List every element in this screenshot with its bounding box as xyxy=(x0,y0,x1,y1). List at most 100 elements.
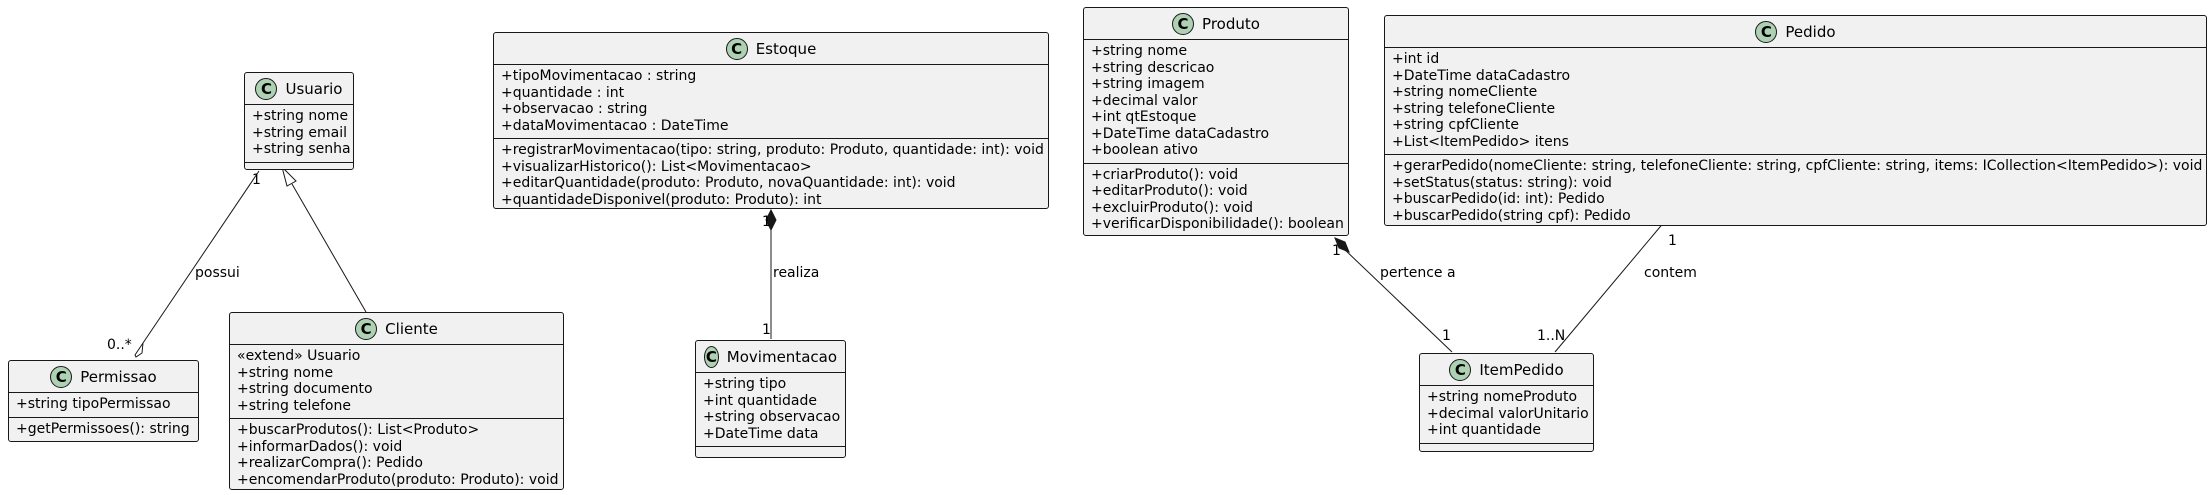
attribute-row: +string senha xyxy=(252,141,351,157)
class-name: Permissao xyxy=(80,368,157,386)
method-row: +getPermissoes(): string xyxy=(16,420,190,437)
class-name: Produto xyxy=(1202,15,1260,33)
class-pedido[interactable]: C Pedido +int id +DateTime dataCadastro +s… xyxy=(1384,15,2207,226)
multiplicity-pedido: 1 xyxy=(1668,233,1677,249)
method-row: +informarDados(): void xyxy=(237,438,403,455)
aggregation-diamond xyxy=(134,342,144,358)
method-row: +setStatus(status: string): void xyxy=(1392,174,1612,191)
methods-section: +registrarMovimentacao(tipo: string, pro… xyxy=(494,138,1048,212)
method-row: +excluirProduto(): void xyxy=(1091,199,1253,216)
class-produto[interactable]: C Produto +string nome +string descricao +… xyxy=(1083,7,1349,236)
multiplicity-itempedido-pedido: 1..N xyxy=(1537,328,1566,344)
attribute-row: +string descricao xyxy=(1091,59,1215,76)
attribute-row: +quantidade : int xyxy=(501,84,625,101)
attribute-row: +boolean ativo xyxy=(1091,142,1198,158)
class-header: C Movimentacao xyxy=(696,341,845,372)
attribute-row: «extend» Usuario xyxy=(237,348,361,364)
method-row: +gerarPedido(nomeCliente: string, telefo… xyxy=(1392,158,2203,174)
attribute-row: +List<ItemPedido> itens xyxy=(1392,133,1569,150)
attribute-row: +int id xyxy=(1392,51,1440,67)
class-icon: C xyxy=(355,318,378,340)
multiplicity-produto: 1 xyxy=(1332,243,1341,259)
attributes-section: +string tipoPermissao xyxy=(9,392,198,417)
method-row: +buscarProdutos(): List<Produto> xyxy=(237,422,480,438)
relation-label-pertence-a: pertence a xyxy=(1380,265,1456,281)
attribute-row: +string nome xyxy=(237,364,334,381)
class-header: C Pedido xyxy=(1385,16,2206,47)
class-header: C Permissao xyxy=(9,361,198,392)
generalization-cliente-usuario xyxy=(291,183,367,313)
relation-label-contem: contem xyxy=(1644,265,1697,281)
method-row: +realizarCompra(): Pedido xyxy=(237,455,423,471)
attribute-row: +string nome xyxy=(1091,43,1188,59)
attribute-row: +dataMovimentacao : DateTime xyxy=(501,117,729,134)
class-estoque[interactable]: C Estoque +tipoMovimentacao : string +qua… xyxy=(493,32,1049,209)
attributes-section: +string tipo +int quantidade +string obser… xyxy=(696,372,845,446)
methods-section xyxy=(696,446,845,462)
relation-label-realiza: realiza xyxy=(773,265,820,281)
attributes-section: +string nome +string descricao +string ima… xyxy=(1084,39,1348,163)
attribute-row: +string imagem xyxy=(1091,76,1205,92)
attribute-row: +decimal valor xyxy=(1091,92,1198,109)
attribute-row: +string tipoPermissao xyxy=(16,396,171,412)
attribute-row: +string tipo xyxy=(703,376,787,392)
class-icon: C xyxy=(1172,13,1195,35)
class-itempedido[interactable]: C ItemPedido +string nomeProduto +decimal… xyxy=(1419,353,1594,452)
class-name: ItemPedido xyxy=(1479,361,1564,379)
class-name: Cliente xyxy=(385,320,438,338)
attribute-row: +string email xyxy=(252,124,347,141)
method-row: +visualizarHistorico(): List<Movimentaca… xyxy=(501,158,812,175)
attribute-row: +string telefone xyxy=(237,397,351,414)
attribute-row: +int quantidade xyxy=(703,392,817,409)
methods-section: +gerarPedido(nomeCliente: string, telefo… xyxy=(1385,154,2206,228)
class-name: Estoque xyxy=(755,40,817,58)
attribute-row: +DateTime dataCadastro xyxy=(1091,125,1270,142)
multiplicity-estoque: 1 xyxy=(762,214,771,230)
methods-section: +getPermissoes(): string xyxy=(9,416,198,442)
class-cliente[interactable]: C Cliente «extend» Usuario +string nome +s… xyxy=(229,312,564,490)
attribute-row: +string cpfCliente xyxy=(1392,117,1520,133)
attribute-row: +string nomeCliente xyxy=(1392,84,1538,100)
attribute-row: +string documento xyxy=(237,381,373,397)
class-name: Pedido xyxy=(1785,23,1836,41)
class-permissao[interactable]: C Permissao +string tipoPermissao +getPe… xyxy=(8,360,199,442)
attribute-row: +tipoMovimentacao : string xyxy=(501,68,697,84)
attribute-row: +decimal valorUnitario xyxy=(1427,405,1589,422)
attribute-row: +string nomeProduto xyxy=(1427,389,1578,405)
attribute-row: +observacao : string xyxy=(501,101,648,117)
attribute-row: +int qtEstoque xyxy=(1091,109,1197,125)
methods-section: +buscarProdutos(): List<Produto> +informa… xyxy=(230,418,563,492)
class-movimentacao[interactable]: C Movimentacao +string tipo +int quantida… xyxy=(695,340,846,458)
attributes-section: +string nome +string email +string senha xyxy=(245,104,353,162)
attributes-section: +tipoMovimentacao : string +quantidade : … xyxy=(494,64,1048,138)
method-row: +buscarPedido(string cpf): Pedido xyxy=(1392,207,1631,224)
method-row: +verificarDisponibilidade(): boolean xyxy=(1091,216,1344,232)
method-row: +criarProduto(): void xyxy=(1091,166,1239,183)
multiplicity-movimentacao: 1 xyxy=(762,322,771,338)
class-icon: C xyxy=(704,346,719,368)
attributes-section: +int id +DateTime dataCadastro +string nom… xyxy=(1385,47,2206,154)
methods-section xyxy=(245,161,353,178)
attribute-row: +int quantidade xyxy=(1427,422,1541,438)
class-header: C Produto xyxy=(1084,8,1348,39)
method-row: +registrarMovimentacao(tipo: string, pro… xyxy=(501,142,1044,158)
class-usuario[interactable]: C Usuario +string nome +string email +stri… xyxy=(244,72,354,170)
attribute-row: +DateTime dataCadastro xyxy=(1392,67,1571,84)
class-header: C Usuario xyxy=(245,73,353,104)
composition-produto-itempedido xyxy=(1341,246,1453,353)
class-name: Usuario xyxy=(285,80,343,98)
methods-section xyxy=(1420,442,1593,459)
class-icon: C xyxy=(1755,21,1778,43)
class-icon: C xyxy=(50,366,73,388)
method-row: +encomendarProduto(produto: Produto): vo… xyxy=(237,471,559,488)
attribute-row: +string observacao xyxy=(703,409,841,425)
method-row: +buscarPedido(id: int): Pedido xyxy=(1392,191,1605,207)
attributes-section: «extend» Usuario +string nome +string docu… xyxy=(230,344,563,418)
multiplicity-permissao: 0..* xyxy=(107,337,132,353)
attribute-row: +string nome xyxy=(252,108,349,124)
method-row: +editarQuantidade(produto: Produto, nova… xyxy=(501,175,956,191)
class-header: C Estoque xyxy=(494,33,1048,64)
class-header: C ItemPedido xyxy=(1420,354,1593,385)
attribute-row: +string telefoneCliente xyxy=(1392,100,1556,117)
methods-section: +criarProduto(): void +editarProduto(): v… xyxy=(1084,162,1348,237)
